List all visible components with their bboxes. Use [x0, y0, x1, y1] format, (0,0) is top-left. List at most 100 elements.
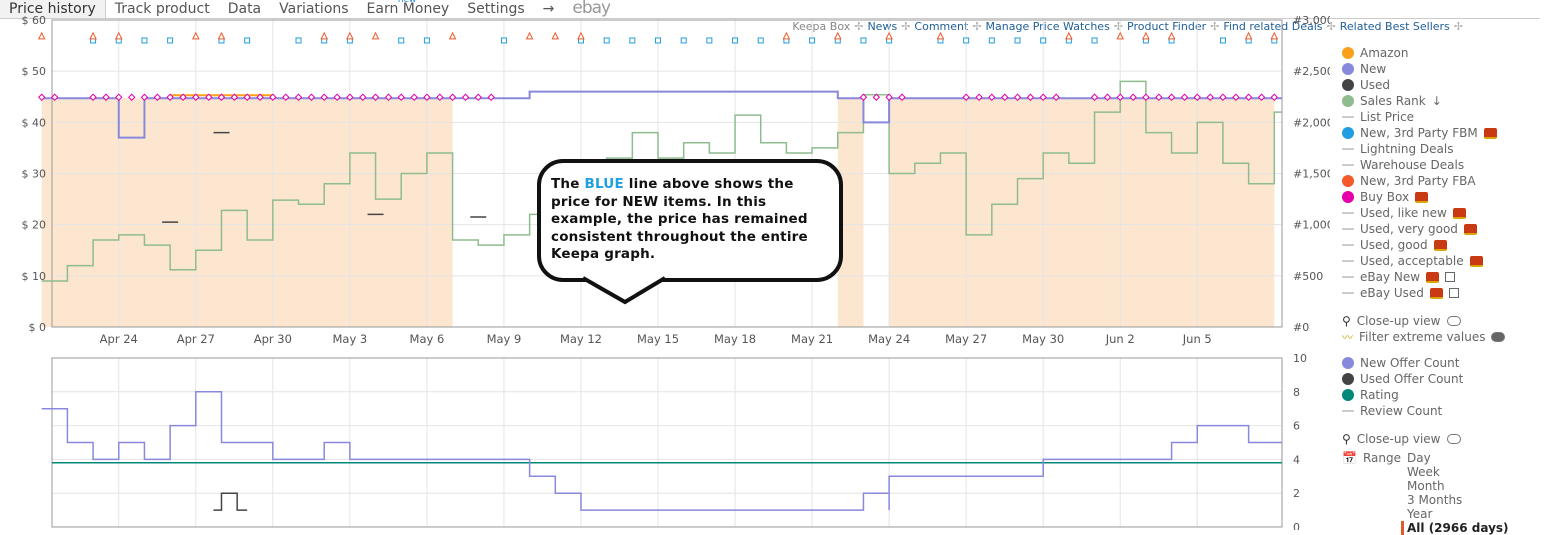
legend-dot-icon	[1342, 175, 1354, 187]
legend-label: Amazon	[1360, 46, 1409, 60]
legend-dash-icon	[1342, 148, 1354, 150]
legend-item-list-price[interactable]: List Price	[1342, 109, 1497, 125]
fbm-marker	[655, 37, 662, 44]
legend-item-new-3rd-party-fba[interactable]: New, 3rd Party FBA	[1342, 173, 1497, 189]
legend-label: Used Offer Count	[1360, 372, 1464, 386]
fbm-marker	[603, 37, 610, 44]
legend-label: New, 3rd Party FBA	[1360, 174, 1476, 188]
x-tick-label: May 27	[945, 332, 987, 346]
range-option[interactable]: 3 Months	[1407, 493, 1509, 507]
legend-dash-icon	[1342, 164, 1354, 166]
legend-dot-icon	[1342, 63, 1354, 75]
y-tick-label: $ 60	[22, 14, 47, 27]
toggle-icon[interactable]	[1446, 316, 1461, 326]
fbm-marker	[860, 37, 867, 44]
truck-icon	[1463, 223, 1477, 235]
fba-marker	[191, 31, 200, 40]
callout-highlight: BLUE	[584, 176, 624, 192]
fbm-marker	[1040, 37, 1047, 44]
offer-legend: New Offer Count Used Offer Count Rating Rev…	[1342, 355, 1463, 419]
truck-icon	[1426, 271, 1440, 283]
y2-tick-label: #2,500	[1293, 65, 1330, 78]
y-tick-label: 2	[1293, 487, 1300, 500]
separator-icon: ✢	[1453, 20, 1463, 33]
external-link-icon[interactable]	[1445, 272, 1456, 282]
calendar-icon: 📅	[1342, 451, 1357, 465]
range-option[interactable]: Day	[1407, 451, 1509, 465]
range-option[interactable]: All (2966 days)	[1401, 521, 1509, 535]
x-tick-label: Apr 24	[100, 332, 138, 346]
legend-item-buy-box[interactable]: Buy Box	[1342, 189, 1497, 205]
legend-item-used-very-good[interactable]: Used, very good	[1342, 221, 1497, 237]
toplink-related-best-sellers[interactable]: Related Best Sellers	[1340, 20, 1450, 33]
x-tick-label: May 30	[1022, 332, 1064, 346]
legend-label: Buy Box	[1360, 190, 1410, 204]
callout-tail	[582, 276, 667, 305]
legend-item-used-good[interactable]: Used, good	[1342, 237, 1497, 253]
legend-dash-icon	[1342, 212, 1354, 214]
fbm-marker	[141, 37, 148, 44]
fba-marker	[936, 31, 945, 40]
legend-label: New Offer Count	[1360, 356, 1460, 370]
toggle-icon[interactable]	[1491, 332, 1506, 342]
new-offer-count-line	[41, 391, 1282, 511]
y-tick-label: $ 50	[22, 65, 47, 78]
x-tick-label: May 15	[637, 332, 679, 346]
x-tick-label: May 3	[332, 332, 367, 346]
closeup-toggle-bottom[interactable]: ⚲ Close-up view	[1342, 431, 1461, 447]
fbm-marker	[423, 37, 430, 44]
fba-marker	[1270, 31, 1279, 40]
legend-item-used[interactable]: Used	[1342, 77, 1497, 93]
fbm-marker	[629, 37, 636, 44]
range-option[interactable]: Week	[1407, 465, 1509, 479]
x-tick-label: Apr 30	[254, 332, 292, 346]
buy-box-marker	[474, 93, 482, 101]
fba-marker	[525, 31, 534, 40]
fba-marker	[114, 31, 123, 40]
closeup-toggle[interactable]: ⚲ Close-up view	[1342, 313, 1505, 329]
toggle-icon[interactable]	[1446, 434, 1461, 444]
y2-tick-label: #2,000	[1293, 116, 1330, 129]
fba-marker	[89, 31, 97, 40]
main-controls: ⚲ Close-up view 〰 Filter extreme values	[1342, 313, 1506, 345]
legend-item-ebay-used[interactable]: eBay Used	[1342, 285, 1497, 301]
fba-marker	[1244, 31, 1253, 40]
legend-item-lightning-deals[interactable]: Lightning Deals	[1342, 141, 1497, 157]
range-option[interactable]: Year	[1407, 507, 1509, 521]
fbm-marker	[809, 37, 816, 44]
range-option[interactable]: Month	[1407, 479, 1509, 493]
fbm-marker	[1219, 37, 1226, 44]
external-link-icon[interactable]	[1448, 288, 1459, 298]
legend-item-amazon[interactable]: Amazon	[1342, 45, 1497, 61]
legend-dot-icon	[1342, 389, 1354, 401]
legend-item-new-offer-count[interactable]: New Offer Count	[1342, 355, 1463, 371]
legend-item-used-like-new[interactable]: Used, like new	[1342, 205, 1497, 221]
magnifier-icon: ⚲	[1342, 314, 1351, 328]
fba-marker	[1142, 31, 1150, 40]
legend-item-used-acceptable[interactable]: Used, acceptable	[1342, 253, 1497, 269]
legend-item-sales-rank[interactable]: Sales Rank ↓	[1342, 93, 1497, 109]
legend-label: Used	[1360, 78, 1391, 92]
y2-tick-label: #0	[1293, 321, 1309, 334]
legend-label: Used, very good	[1360, 222, 1458, 236]
truck-icon	[1429, 287, 1443, 299]
x-tick-label: Jun 2	[1105, 332, 1135, 346]
legend-item-new[interactable]: New	[1342, 61, 1497, 77]
filter-toggle[interactable]: 〰 Filter extreme values	[1342, 329, 1506, 345]
x-tick-label: May 21	[791, 332, 833, 346]
fbm-marker	[500, 37, 507, 44]
offer-count-chart: 0 2 4 6 8 10	[41, 352, 1307, 530]
legend-item-warehouse-deals[interactable]: Warehouse Deals	[1342, 157, 1497, 173]
legend-label: New, 3rd Party FBM	[1360, 126, 1478, 140]
legend-item-used-offer-count[interactable]: Used Offer Count	[1342, 371, 1463, 387]
legend-item-rating[interactable]: Rating	[1342, 387, 1463, 403]
fbm-marker	[963, 37, 970, 44]
y-tick-label: 10	[1293, 352, 1307, 365]
legend-label: Review Count	[1360, 404, 1443, 418]
legend-dot-icon	[1342, 357, 1354, 369]
legend-item-new-3rd-party-fbm[interactable]: New, 3rd Party FBM	[1342, 125, 1497, 141]
y2-tick-label: #500	[1293, 270, 1323, 283]
legend-item-review-count[interactable]: Review Count	[1342, 403, 1463, 419]
legend-item-ebay-new[interactable]: eBay New	[1342, 269, 1497, 285]
magnifier-icon: ⚲	[1342, 432, 1351, 446]
